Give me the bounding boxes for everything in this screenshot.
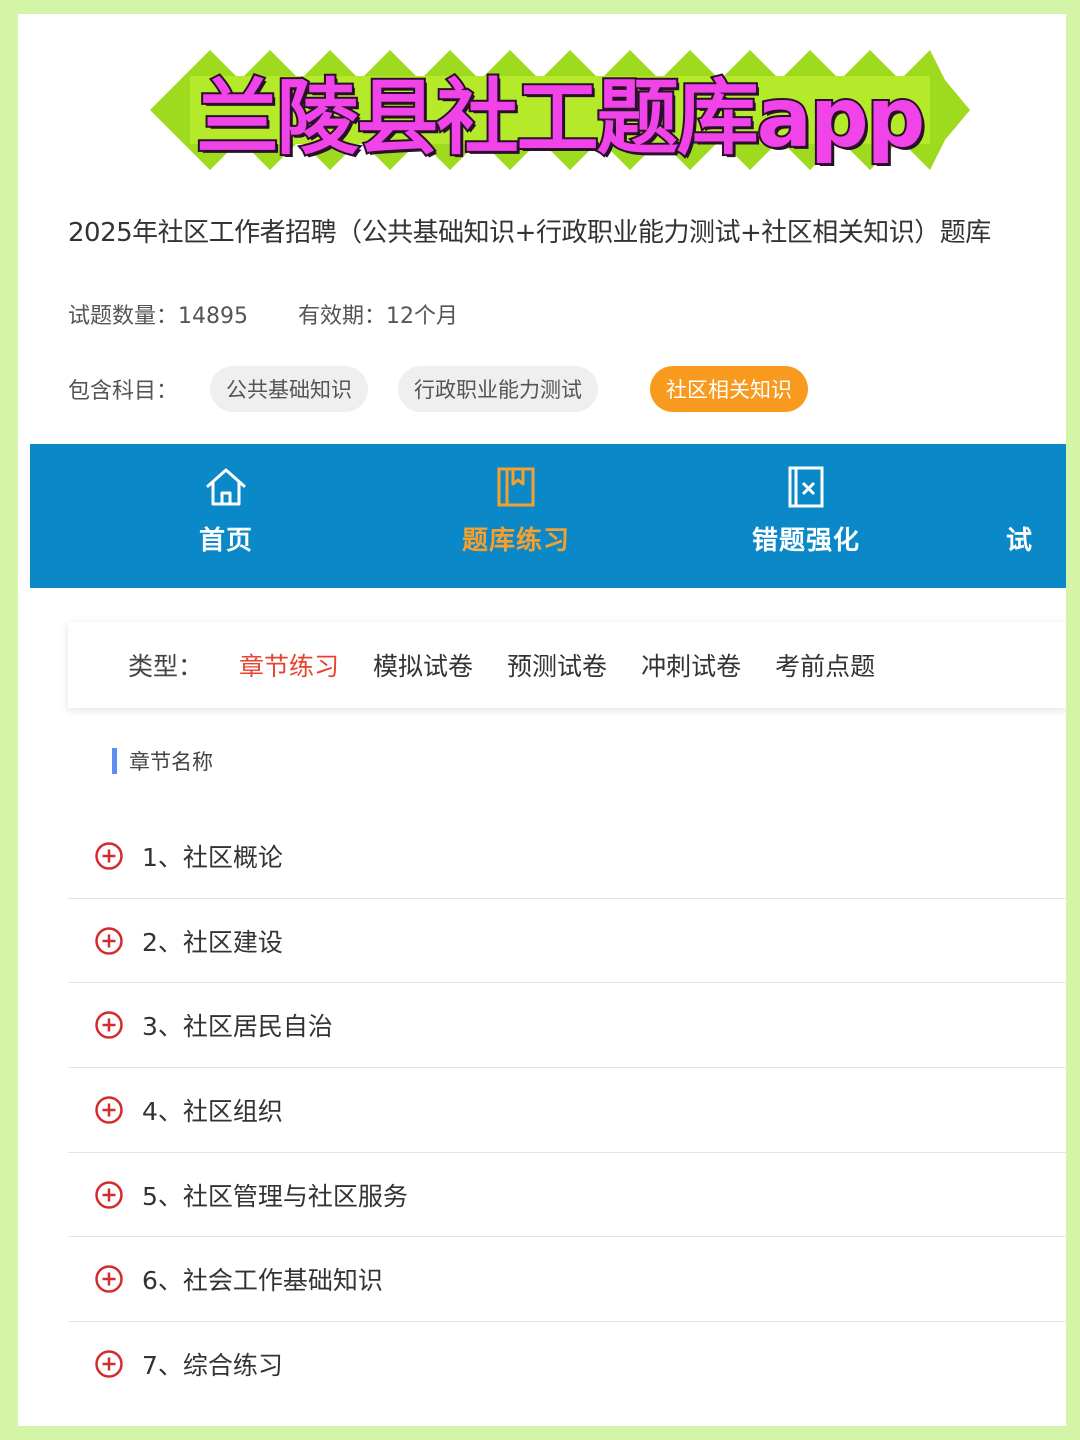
nav-label-question-bank: 题库练习	[461, 526, 570, 556]
subject-chip-admin-aptitude[interactable]: 行政职业能力测试	[398, 366, 599, 412]
tab-chapter-practice[interactable]: 章节练习	[239, 647, 339, 683]
chapter-label: 4、社区组织	[142, 1096, 283, 1126]
product-title: 2025年社区工作者招聘（公共基础知识+行政职业能力测试+社区相关知识）题库	[68, 218, 991, 248]
app-card: 兰陵县社工题库app 2025年社区工作者招聘（公共基础知识+行政职业能力测试+…	[18, 14, 1066, 1426]
subjects-row: 包含科目： 公共基础知识 行政职业能力测试 社区相关知识	[68, 366, 809, 412]
headline-banner: 兰陵县社工题库app	[150, 36, 970, 184]
subjects-label: 包含科目：	[68, 379, 179, 404]
chapter-row[interactable]: 6、社会工作基础知识	[68, 1237, 1066, 1323]
expand-plus-icon[interactable]	[94, 1180, 124, 1210]
product-meta: 试题数量：14895 有效期：12个月	[68, 298, 458, 330]
chapter-list: 1、社区概论 2、社区建设 3、社区居民自治 4、社区组织 5、社区管理与社区服…	[68, 814, 1066, 1407]
nav-item-question-bank[interactable]: 题库练习	[426, 464, 606, 574]
chapter-row[interactable]: 4、社区组织	[68, 1068, 1066, 1153]
tab-prediction-exam[interactable]: 预测试卷	[507, 647, 607, 683]
nav-item-exam[interactable]: 试	[1006, 464, 1066, 574]
wrong-answer-icon	[788, 466, 824, 508]
tab-mock-exam[interactable]: 模拟试卷	[373, 647, 473, 683]
home-icon	[206, 468, 246, 506]
nav-label-exam: 试	[1006, 526, 1034, 556]
heading-accent-bar	[112, 748, 117, 774]
chapter-label: 2、社区建设	[142, 927, 283, 957]
headline-title: 兰陵县社工题库app	[195, 69, 928, 168]
expand-plus-icon[interactable]	[94, 1095, 124, 1125]
chapter-label: 5、社区管理与社区服务	[142, 1181, 408, 1211]
chapter-row[interactable]: 1、社区概论	[68, 814, 1066, 899]
question-count-label: 试题数量：	[68, 304, 179, 329]
chapter-label: 1、社区概论	[142, 842, 283, 872]
expand-plus-icon[interactable]	[94, 926, 124, 956]
expand-plus-icon[interactable]	[94, 1010, 124, 1040]
chapter-label: 7、综合练习	[142, 1351, 283, 1381]
question-count: 试题数量：14895	[68, 298, 248, 330]
chapter-label: 6、社会工作基础知识	[142, 1266, 383, 1296]
subject-chip-public-knowledge[interactable]: 公共基础知识	[210, 366, 369, 412]
chapter-row[interactable]: 3、社区居民自治	[68, 983, 1066, 1069]
expand-plus-icon[interactable]	[94, 1264, 124, 1294]
expand-plus-icon[interactable]	[94, 1349, 124, 1379]
tab-sprint-exam[interactable]: 冲刺试卷	[641, 647, 741, 683]
tab-pre-exam-tips[interactable]: 考前点题	[775, 647, 875, 683]
nav-label-home: 首页	[198, 526, 253, 556]
subject-chip-community-knowledge[interactable]: 社区相关知识	[650, 366, 809, 412]
validity-label: 有效期：	[298, 304, 387, 329]
question-count-value: 14895	[178, 304, 249, 329]
chapter-row[interactable]: 2、社区建设	[68, 899, 1066, 984]
main-nav: 首页 题库练习 错题强化 试	[30, 444, 1066, 588]
validity-value: 12个月	[386, 304, 459, 329]
validity: 有效期：12个月	[298, 298, 458, 330]
type-label: 类型：	[128, 652, 204, 681]
expand-plus-icon[interactable]	[94, 841, 124, 871]
nav-item-wrong-answers[interactable]: 错题强化	[716, 464, 896, 574]
nav-item-home[interactable]: 首页	[136, 464, 316, 574]
chapter-row[interactable]: 5、社区管理与社区服务	[68, 1153, 1066, 1238]
nav-label-wrong-answers: 错题强化	[751, 526, 860, 556]
chapter-heading-label: 章节名称	[129, 750, 213, 774]
book-icon	[497, 467, 535, 507]
chapter-row[interactable]: 7、综合练习	[68, 1322, 1066, 1407]
chapter-label: 3、社区居民自治	[142, 1012, 333, 1042]
type-filter-bar: 类型： 章节练习 模拟试卷 预测试卷 冲刺试卷 考前点题	[68, 622, 1066, 708]
chapter-section-heading: 章节名称	[112, 746, 213, 776]
